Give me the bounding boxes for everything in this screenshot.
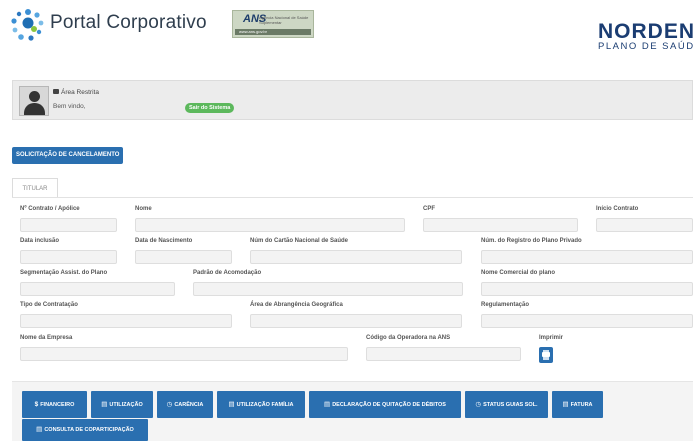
commercial-name-label: Nome Comercial do plano (481, 270, 556, 276)
avatar-head (29, 91, 40, 102)
birth-date-label: Data de Nascimento (135, 238, 193, 244)
dollar-icon: $ (34, 401, 39, 408)
nav-coparticipacao-label: CONSULTA DE COPARTICIPAÇÃO (44, 427, 134, 433)
print-label: Imprimir (539, 335, 564, 341)
ans-bar-text: www.ans.gov.br (239, 29, 267, 34)
welcome-text: Bem vindo, (53, 103, 86, 110)
operator-code-label: Código da Operadora na ANS (366, 335, 451, 341)
contract-start-label: Início Contrato (596, 206, 639, 212)
nav-financeiro-label: FINANCEIRO (40, 402, 75, 408)
regulation-label: Regulamentação (481, 302, 530, 308)
list-icon: ▤ (562, 401, 569, 408)
inclusion-date-field[interactable] (20, 250, 117, 264)
restricted-label: Área Restrita (61, 89, 99, 96)
cancel-request-button[interactable]: SOLICITAÇÃO DE CANCELAMENTO (12, 147, 124, 164)
list-icon: ▤ (324, 401, 331, 408)
cpf-label: CPF (423, 206, 435, 212)
tab-titular[interactable]: TITULAR (12, 178, 58, 198)
health-card-label: Núm do Cartão Nacional de Saúde (250, 238, 349, 244)
brand-subtitle: PLANO DE SAÚDE (598, 41, 693, 52)
company-name-field[interactable] (20, 347, 348, 361)
contract-label: Nº Contrato / Apólice (20, 206, 80, 212)
nav-financeiro-button[interactable]: $ FINANCEIRO (22, 391, 87, 418)
nav-utilizacao-button[interactable]: ▤ UTILIZAÇÃO (91, 391, 153, 418)
nav-utilizacao-label: UTILIZAÇÃO (109, 402, 143, 408)
coverage-area-label: Área de Abrangência Geográfica (250, 302, 343, 308)
commercial-name-field[interactable] (481, 282, 693, 296)
plan-registry-field[interactable] (481, 250, 693, 264)
avatar-body (24, 103, 45, 115)
avatar (19, 86, 49, 116)
inclusion-date-label: Data inclusão (20, 238, 60, 244)
name-field[interactable] (135, 218, 405, 232)
contract-type-label: Tipo de Contratação (20, 302, 78, 308)
list-icon: ▤ (101, 401, 108, 408)
tab-divider (12, 197, 693, 198)
ans-logo: ANS Agência Nacional de Saúde Suplementa… (232, 10, 314, 38)
list-icon: ▤ (36, 426, 43, 433)
segmentation-field[interactable] (20, 282, 175, 296)
contract-start-field[interactable] (596, 218, 693, 232)
coverage-area-field[interactable] (250, 314, 462, 328)
list-icon: ▤ (228, 401, 235, 408)
lock-icon (53, 89, 59, 94)
nav-fatura-button[interactable]: ▤ FATURA (552, 391, 603, 418)
name-label: Nome (135, 206, 152, 212)
portal-title: Portal Corporativo (50, 12, 207, 33)
cpf-field[interactable] (423, 218, 578, 232)
company-name-label: Nome da Empresa (20, 335, 73, 341)
accommodation-field[interactable] (193, 282, 463, 296)
portal-logo-icon (11, 9, 44, 41)
ans-bar: www.ans.gov.br (235, 29, 311, 35)
user-bar: Área Restrita Bem vindo, Sair do Sistema (12, 80, 693, 120)
nav-fatura-label: FATURA (570, 402, 593, 408)
contract-type-field[interactable] (20, 314, 232, 328)
nav-carencia-label: CARÊNCIA (174, 402, 204, 408)
print-button[interactable] (539, 347, 553, 363)
nav-carencia-button[interactable]: ◷ CARÊNCIA (157, 391, 213, 418)
segmentation-label: Segmentação Assist. do Plano (20, 270, 108, 276)
header: Portal Corporativo ANS Agência Nacional … (0, 0, 693, 70)
ans-subtitle: Agência Nacional de Saúde Suplementar (259, 15, 309, 25)
regulation-field[interactable] (481, 314, 693, 328)
logout-button[interactable]: Sair do Sistema (185, 103, 235, 113)
nav-utilizacao-familia-label: UTILIZAÇÃO FAMÍLIA (236, 402, 294, 408)
nav-utilizacao-familia-button[interactable]: ▤ UTILIZAÇÃO FAMÍLIA (217, 391, 305, 418)
operator-code-field[interactable] (366, 347, 521, 361)
nav-status-button[interactable]: ◷ STATUS GUIAS SOL. (465, 391, 548, 418)
birth-date-field[interactable] (135, 250, 232, 264)
nav-coparticipacao-button[interactable]: ▤ CONSULTA DE COPARTICIPAÇÃO (22, 419, 148, 441)
nav-status-label: STATUS GUIAS SOL. (483, 402, 538, 408)
clock-icon: ◷ (166, 401, 173, 408)
nav-quitacao-button[interactable]: ▤ DECLARAÇÃO DE QUITAÇÃO DE DÉBITOS (309, 391, 461, 418)
accommodation-label: Padrão de Acomodação (193, 270, 262, 276)
health-card-field[interactable] (250, 250, 462, 264)
nav-quitacao-label: DECLARAÇÃO DE QUITAÇÃO DE DÉBITOS (332, 402, 446, 408)
contract-field[interactable] (20, 218, 117, 232)
restricted-area: Área Restrita (53, 89, 99, 96)
plan-registry-label: Núm. do Registro do Plano Privado (481, 238, 582, 244)
print-icon-paper (543, 357, 549, 360)
clock-icon: ◷ (475, 401, 482, 408)
